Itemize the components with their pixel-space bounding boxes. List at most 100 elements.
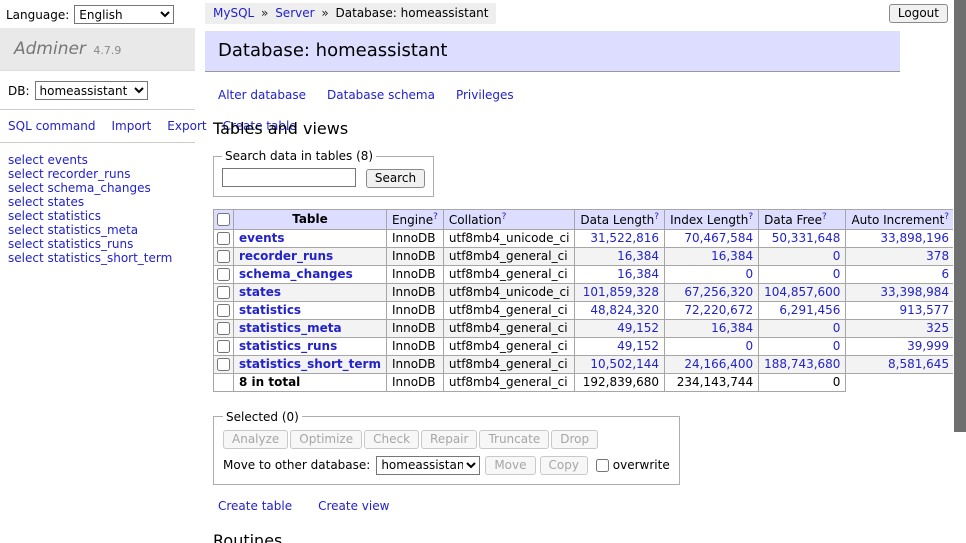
auto-increment-cell-link[interactable]: 325 — [926, 321, 949, 335]
row-checkbox[interactable] — [217, 268, 230, 281]
index-length-cell-link[interactable]: 0 — [745, 267, 753, 281]
table-row: statistics_runsInnoDButf8mb4_general_ci4… — [214, 337, 966, 355]
sidebar-select-link[interactable]: select statistics_short_term — [8, 251, 187, 265]
select-all-checkbox[interactable] — [217, 213, 230, 226]
table-name-link[interactable]: recorder_runs — [239, 249, 333, 263]
sidebar-select-link[interactable]: select statistics_runs — [8, 237, 187, 251]
table-name-link[interactable]: statistics_meta — [239, 321, 342, 335]
check-button[interactable]: Check — [364, 430, 419, 449]
collation-cell: utf8mb4_general_ci — [443, 301, 575, 319]
data-length-cell-link[interactable]: 49,152 — [617, 321, 659, 335]
engine-cell: InnoDB — [386, 283, 443, 301]
scrollbar-thumb[interactable] — [954, 0, 966, 432]
breadcrumb: MySQL » Server » Database: homeassistant — [205, 3, 496, 24]
selected-legend: Selected (0) — [223, 410, 302, 424]
auto-increment-cell-link[interactable]: 39,999 — [907, 339, 949, 353]
data-length-cell-link[interactable]: 10,502,144 — [590, 357, 659, 371]
row-checkbox[interactable] — [217, 322, 230, 335]
data-length-cell-link[interactable]: 101,859,328 — [583, 285, 659, 299]
table-name-link[interactable]: schema_changes — [239, 267, 353, 281]
repair-button[interactable]: Repair — [421, 430, 477, 449]
index-length-cell: 0 — [665, 265, 759, 283]
auto-increment-cell-link[interactable]: 8,581,645 — [888, 357, 949, 371]
data-length-cell-link[interactable]: 16,384 — [617, 267, 659, 281]
index-length-cell-link[interactable]: 0 — [745, 339, 753, 353]
drop-button[interactable]: Drop — [551, 430, 598, 449]
db-select[interactable]: homeassistant — [35, 81, 148, 100]
row-checkbox[interactable] — [217, 286, 230, 299]
column-help-link[interactable]: ? — [822, 212, 827, 222]
truncate-button[interactable]: Truncate — [479, 430, 549, 449]
table-name-link[interactable]: states — [239, 285, 281, 299]
optimize-button[interactable]: Optimize — [290, 430, 362, 449]
sidebar-select-link[interactable]: select statistics — [8, 209, 187, 223]
auto-increment-cell-link[interactable]: 378 — [926, 249, 949, 263]
breadcrumb-link[interactable]: MySQL — [213, 6, 254, 20]
data-free-cell-link[interactable]: 0 — [833, 339, 841, 353]
row-checkbox[interactable] — [217, 250, 230, 263]
overwrite-checkbox[interactable] — [596, 459, 609, 472]
database-nav-link[interactable]: Database schema — [327, 88, 435, 102]
index-length-cell-link[interactable]: 70,467,584 — [684, 231, 753, 245]
sidebar-select-link[interactable]: select recorder_runs — [8, 167, 187, 181]
auto-increment-cell-link[interactable]: 913,577 — [899, 303, 949, 317]
auto-increment-cell-link[interactable]: 33,898,196 — [880, 231, 949, 245]
row-checkbox[interactable] — [217, 358, 230, 371]
search-input[interactable] — [222, 168, 356, 187]
table-name-link[interactable]: events — [239, 231, 285, 245]
data-free-cell-link[interactable]: 0 — [833, 321, 841, 335]
sidebar-action-link[interactable]: SQL command — [8, 119, 95, 133]
index-length-cell-link[interactable]: 16,384 — [711, 249, 753, 263]
create-link[interactable]: Create view — [318, 499, 389, 513]
sidebar-action-link[interactable]: Export — [167, 119, 206, 133]
index-length-cell-link[interactable]: 24,166,400 — [684, 357, 753, 371]
copy-button[interactable]: Copy — [540, 456, 588, 475]
index-length-cell-link[interactable]: 72,220,672 — [684, 303, 753, 317]
row-checkbox[interactable] — [217, 304, 230, 317]
vertical-scrollbar[interactable] — [953, 0, 966, 543]
sidebar-action-link[interactable]: Import — [111, 119, 151, 133]
data-free-cell-link[interactable]: 0 — [833, 267, 841, 281]
row-checkbox-cell — [214, 319, 234, 337]
search-button[interactable]: Search — [366, 169, 425, 188]
data-length-cell-link[interactable]: 31,522,816 — [590, 231, 659, 245]
table-name-cell: statistics_meta — [234, 319, 387, 337]
sidebar-select-link[interactable]: select schema_changes — [8, 181, 187, 195]
data-free-cell-link[interactable]: 188,743,680 — [764, 357, 840, 371]
data-free-cell-link[interactable]: 0 — [833, 249, 841, 263]
database-nav-link[interactable]: Alter database — [218, 88, 306, 102]
sidebar-select-link[interactable]: select events — [8, 153, 187, 167]
data-free-cell-link[interactable]: 50,331,648 — [772, 231, 841, 245]
move-button[interactable]: Move — [485, 456, 535, 475]
breadcrumb-link[interactable]: Server — [275, 6, 314, 20]
column-help-link[interactable]: ? — [502, 212, 507, 222]
row-checkbox[interactable] — [217, 340, 230, 353]
create-link[interactable]: Create table — [218, 499, 292, 513]
data-length-cell-link[interactable]: 49,152 — [617, 339, 659, 353]
table-name-link[interactable]: statistics — [239, 303, 301, 317]
data-free-cell-link[interactable]: 104,857,600 — [764, 285, 840, 299]
row-checkbox[interactable] — [217, 232, 230, 245]
engine-cell: InnoDB — [386, 265, 443, 283]
analyze-button[interactable]: Analyze — [223, 430, 288, 449]
table-name-link[interactable]: statistics_runs — [239, 339, 337, 353]
move-db-select[interactable]: homeassistant — [376, 456, 480, 475]
index-length-cell-link[interactable]: 16,384 — [711, 321, 753, 335]
data-length-cell-link[interactable]: 16,384 — [617, 249, 659, 263]
database-nav-link[interactable]: Privileges — [456, 88, 514, 102]
sidebar-select-link[interactable]: select statistics_meta — [8, 223, 187, 237]
sidebar-select-link[interactable]: select states — [8, 195, 187, 209]
column-help-link[interactable]: ? — [748, 212, 753, 222]
auto-increment-cell-link[interactable]: 33,398,984 — [880, 285, 949, 299]
column-help-link[interactable]: ? — [433, 212, 438, 222]
column-help-link[interactable]: ? — [944, 212, 949, 222]
language-select[interactable]: English — [74, 5, 174, 24]
column-help-link[interactable]: ? — [654, 212, 659, 222]
breadcrumb-separator: » — [257, 6, 272, 20]
data-length-cell-link[interactable]: 48,824,320 — [590, 303, 659, 317]
auto-increment-cell-link[interactable]: 6 — [941, 267, 949, 281]
index-length-cell-link[interactable]: 67,256,320 — [684, 285, 753, 299]
data-free-cell-link[interactable]: 6,291,456 — [779, 303, 840, 317]
table-name-link[interactable]: statistics_short_term — [239, 357, 381, 371]
row-checkbox-cell — [214, 301, 234, 319]
